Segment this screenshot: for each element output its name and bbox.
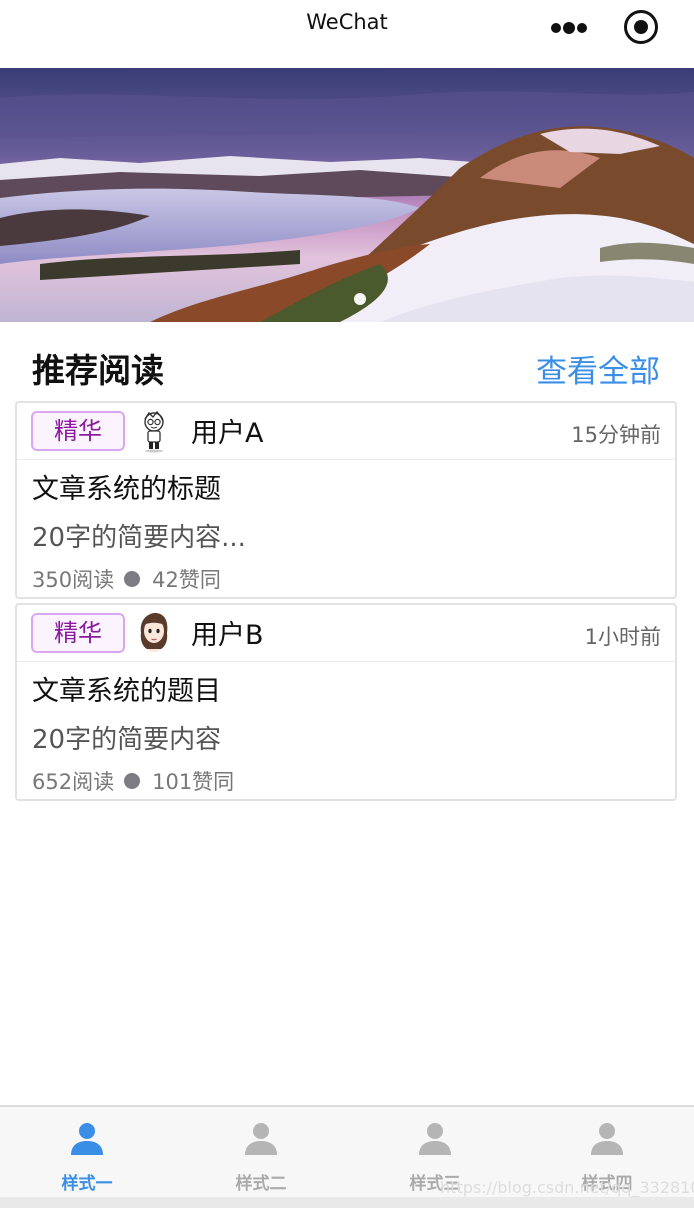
read-count: 350阅读 <box>32 568 115 592</box>
read-count: 652阅读 <box>32 770 115 794</box>
article-stats: 350阅读 42赞同 <box>32 565 221 593</box>
watermark-text: https://blog.csdn.net/qq_33281069 <box>440 1178 694 1197</box>
tab-label: 样式一 <box>61 1174 113 1194</box>
banner-swiper[interactable] <box>0 68 694 322</box>
article-card[interactable]: 精华 用户A 15分钟前 文章系统的标题 20字的简要内容... 350阅读 4… <box>15 401 677 599</box>
section-header: 推荐阅读 查看全部 <box>0 322 694 400</box>
article-title[interactable]: 文章系统的标题 <box>32 467 221 506</box>
navigation-bar: WeChat <box>0 0 694 68</box>
tab-style-2[interactable]: 样式二 <box>174 1107 348 1199</box>
featured-tag: 精华 <box>31 411 125 451</box>
cartoon-girl-avatar <box>140 613 168 652</box>
section-title: 推荐阅读 <box>32 351 164 390</box>
post-time: 15分钟前 <box>571 423 661 447</box>
tab-style-1[interactable]: 样式一 <box>0 1107 174 1199</box>
article-title[interactable]: 文章系统的题目 <box>32 669 221 708</box>
tab-label: 样式二 <box>235 1174 287 1194</box>
dot-separator-icon <box>124 773 141 789</box>
record-target-icon[interactable] <box>624 10 658 44</box>
cartoon-boy-avatar <box>144 410 164 453</box>
article-card[interactable]: 精华 用户B 1小时前 文章系统的题目 20字的简要内容 652阅读 101赞同 <box>15 603 677 801</box>
bottom-strip <box>0 1197 694 1208</box>
article-stats: 652阅读 101赞同 <box>32 767 234 795</box>
user-icon <box>245 1123 277 1155</box>
user-icon <box>71 1123 103 1155</box>
article-summary: 20字的简要内容 <box>32 725 222 755</box>
dot-separator-icon <box>124 571 141 587</box>
like-count: 101赞同 <box>152 770 235 794</box>
card-header: 精华 用户B 1小时前 <box>17 605 675 662</box>
like-count: 42赞同 <box>152 568 221 592</box>
author-name[interactable]: 用户A <box>191 411 263 450</box>
banner-indicator-dot[interactable] <box>354 293 366 305</box>
user-icon <box>591 1123 623 1155</box>
post-time: 1小时前 <box>584 625 661 649</box>
featured-tag: 精华 <box>31 613 125 653</box>
user-icon <box>419 1123 451 1155</box>
more-dots-icon[interactable] <box>548 18 590 38</box>
author-name[interactable]: 用户B <box>191 613 264 652</box>
article-summary: 20字的简要内容... <box>32 523 246 553</box>
banner-image <box>0 68 694 322</box>
view-all-link[interactable]: 查看全部 <box>536 346 660 391</box>
card-header: 精华 用户A 15分钟前 <box>17 403 675 460</box>
